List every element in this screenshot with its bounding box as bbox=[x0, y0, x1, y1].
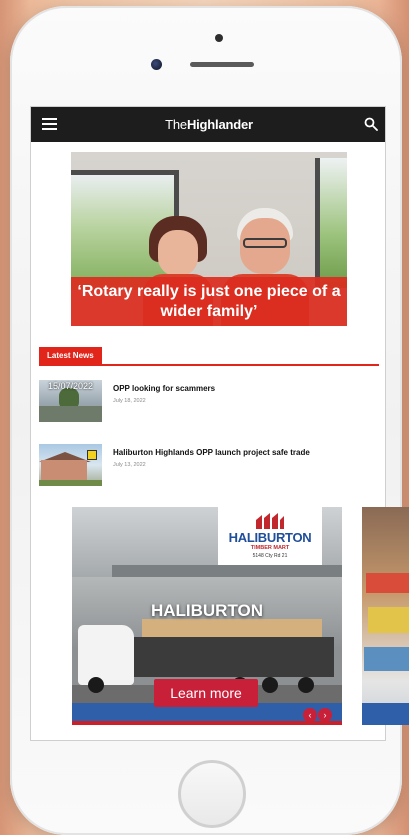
news-item[interactable]: 15/07/2022 OPP looking for scammers July… bbox=[39, 380, 379, 424]
timber-mart-logo-icon bbox=[256, 513, 284, 529]
hero-story[interactable]: ‘Rotary really is just one piece of a wi… bbox=[71, 152, 347, 326]
chevron-left-icon[interactable]: ‹ bbox=[303, 708, 317, 721]
logo-name: HALIBURTON bbox=[228, 530, 312, 545]
logo-subtitle: TIMBER MART bbox=[250, 545, 290, 551]
news-thumbnail[interactable] bbox=[39, 444, 102, 486]
ad-headline: HALIBURTON bbox=[150, 601, 264, 620]
news-date: July 13, 2022 bbox=[113, 462, 146, 468]
chevron-right-icon[interactable]: › bbox=[318, 708, 332, 721]
site-logo[interactable]: TheHighlander bbox=[31, 117, 385, 132]
news-item[interactable]: Haliburton Highlands OPP launch project … bbox=[39, 444, 379, 488]
haliburton-timber-mart-logo: HALIBURTON TIMBER MART 5148 Cty Rd 21 bbox=[218, 507, 322, 565]
carousel-arrows: ‹ › bbox=[302, 705, 334, 721]
learn-more-button[interactable]: Learn more bbox=[154, 679, 258, 707]
logo-address: 5148 Cty Rd 21 bbox=[252, 553, 288, 559]
search-icon[interactable] bbox=[364, 117, 378, 131]
thumbnail-date-stamp: 15/07/2022 bbox=[47, 381, 94, 391]
hero-window-right bbox=[315, 158, 347, 288]
earpiece-speaker bbox=[190, 62, 254, 67]
brand-name: Highlander bbox=[186, 117, 253, 132]
advertisement-carousel[interactable]: HALIBURTON TIMBER MART 5148 Cty Rd 21 HA… bbox=[72, 507, 342, 725]
next-ad-slide-preview[interactable] bbox=[362, 507, 409, 725]
latest-news-label: Latest News bbox=[39, 347, 102, 365]
front-camera-icon bbox=[151, 59, 162, 70]
proximity-sensor bbox=[215, 34, 223, 42]
news-title[interactable]: OPP looking for scammers bbox=[113, 384, 379, 393]
home-button[interactable] bbox=[178, 760, 246, 828]
news-title[interactable]: Haliburton Highlands OPP launch project … bbox=[113, 448, 379, 457]
news-date: July 18, 2022 bbox=[113, 398, 146, 404]
section-divider bbox=[39, 364, 379, 366]
news-thumbnail[interactable]: 15/07/2022 bbox=[39, 380, 102, 422]
truck-graphic bbox=[78, 625, 134, 685]
brand-prefix: The bbox=[165, 117, 187, 132]
hero-caption[interactable]: ‘Rotary really is just one piece of a wi… bbox=[71, 282, 347, 322]
top-navigation-bar: TheHighlander bbox=[31, 107, 385, 142]
